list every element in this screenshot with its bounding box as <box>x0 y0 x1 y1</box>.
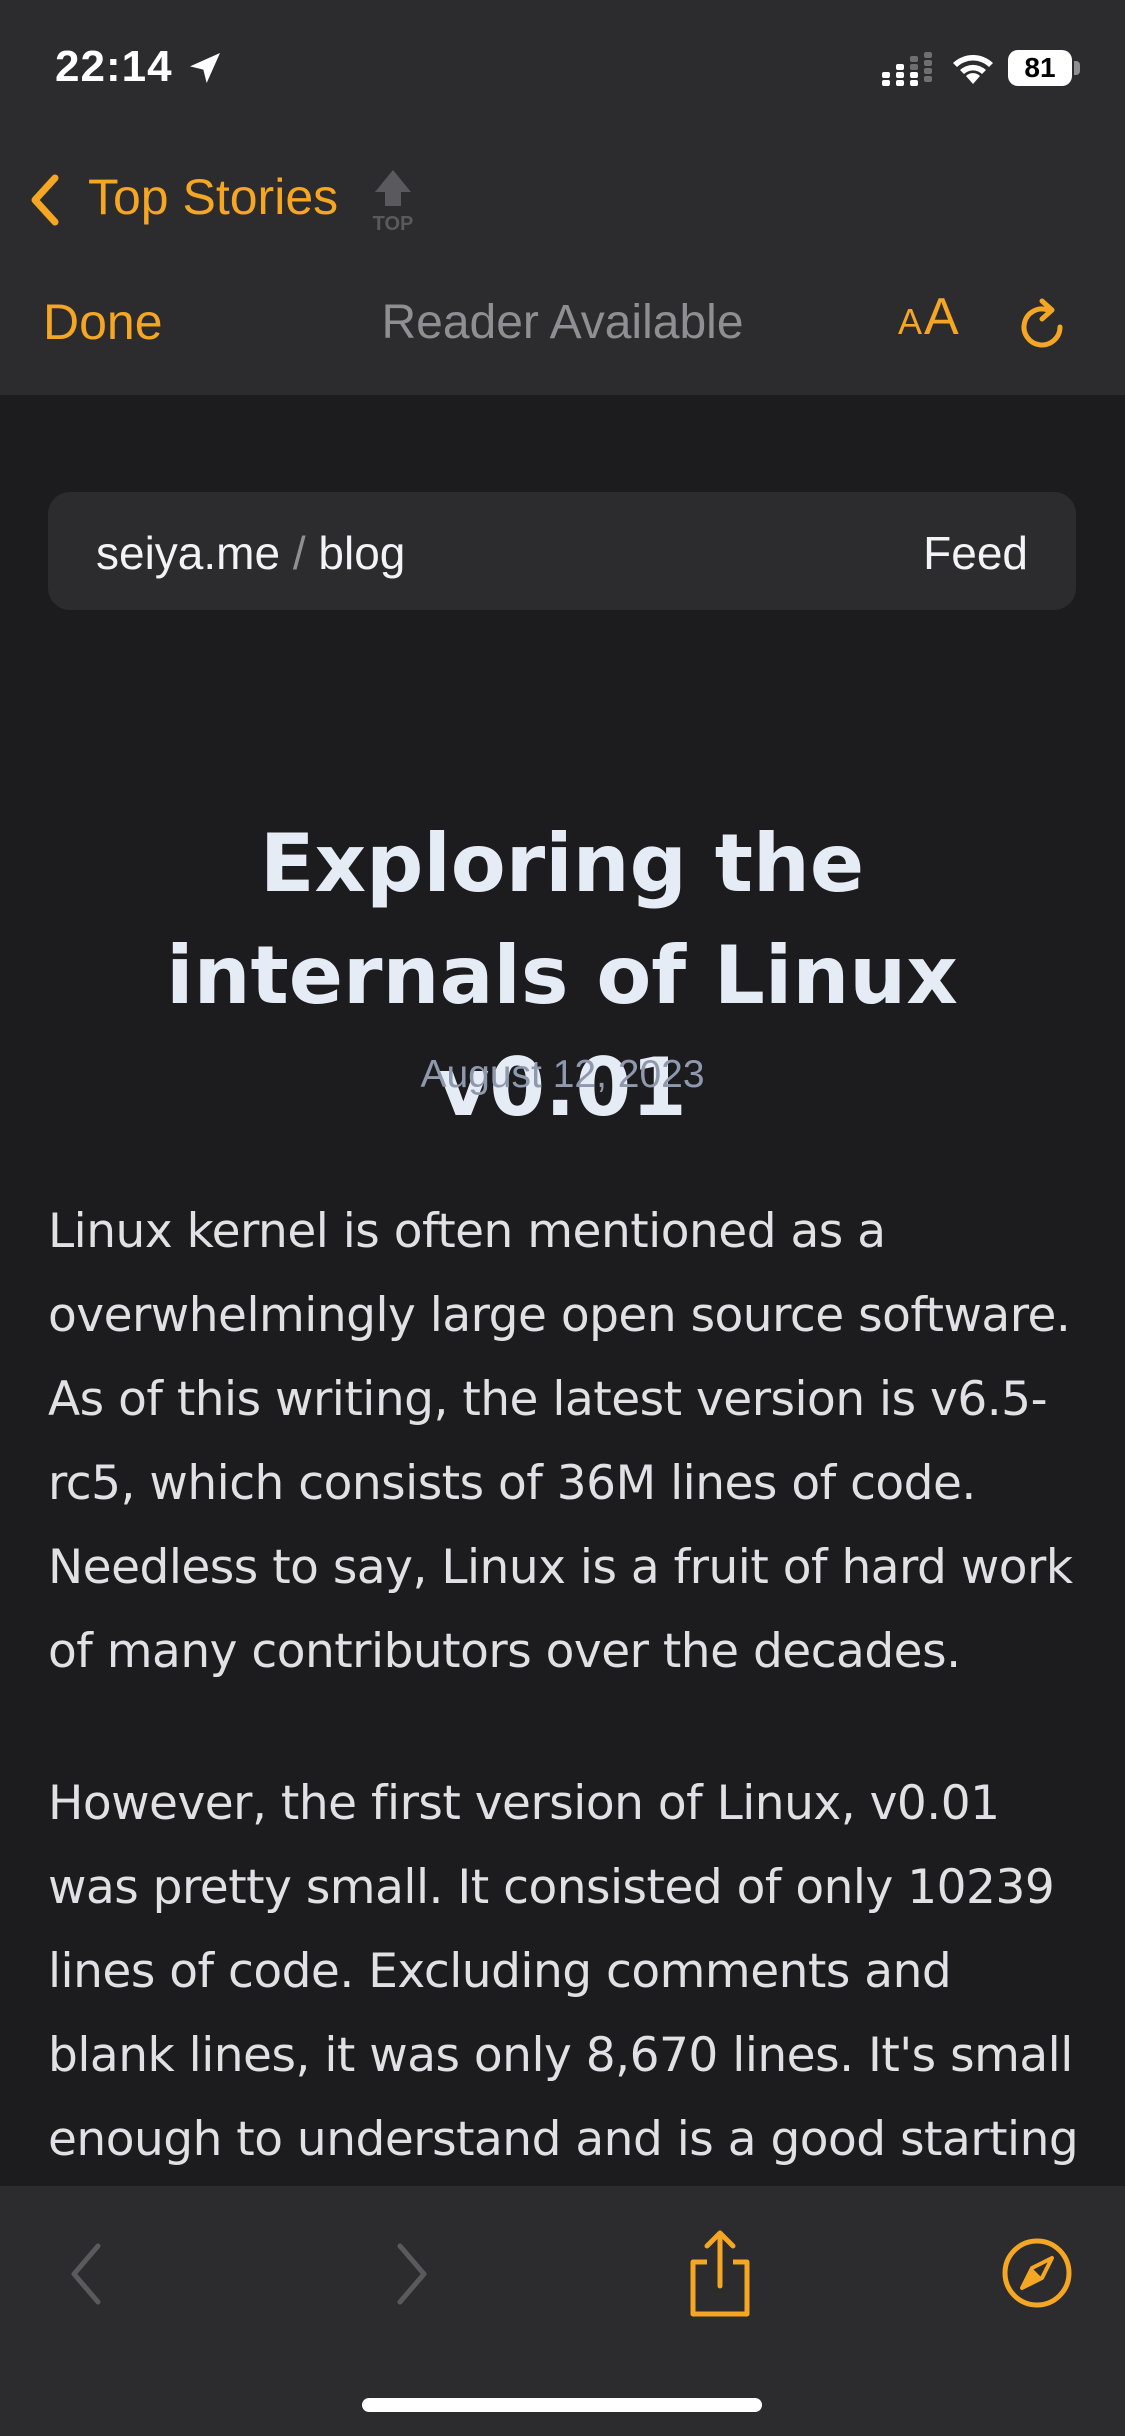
chevron-left-icon[interactable] <box>25 170 65 230</box>
top-label: TOP <box>373 213 414 235</box>
text-size-small-glyph: A <box>898 301 923 342</box>
location-arrow-icon <box>190 53 220 83</box>
article-date: August 12, 2023 <box>420 1053 705 1096</box>
feed-link[interactable]: Feed <box>923 526 1028 580</box>
text-size-button[interactable]: A A <box>898 288 960 351</box>
reader-toolbar: Done Reader Available A A <box>0 285 1125 365</box>
compass-icon[interactable] <box>1000 2236 1074 2310</box>
browser-header: 22:14 81 Top Stories TOP Done Reader Ava… <box>0 0 1125 395</box>
battery-icon: 81 <box>1008 50 1080 86</box>
forward-arrow-icon[interactable] <box>386 2234 436 2314</box>
article-body: Linux kernel is often mentioned as a ove… <box>48 1190 1088 2334</box>
back-navigation[interactable]: Top Stories TOP <box>0 160 1125 240</box>
text-size-large-glyph: A <box>924 288 959 346</box>
breadcrumb-separator: / <box>292 527 306 579</box>
back-arrow-icon[interactable] <box>62 2234 112 2314</box>
site-header-card: seiya.me / blog Feed <box>48 492 1076 610</box>
share-icon[interactable] <box>685 2228 755 2320</box>
site-breadcrumb: seiya.me / blog <box>96 526 405 580</box>
signal-icon <box>882 52 932 86</box>
home-indicator[interactable] <box>362 2398 762 2412</box>
article-paragraph: Linux kernel is often mentioned as a ove… <box>48 1204 1073 1679</box>
back-to-top-stories-link[interactable]: Top Stories <box>88 168 338 226</box>
reload-icon[interactable] <box>1016 297 1072 355</box>
battery-nub <box>1074 61 1080 75</box>
site-domain-link[interactable]: seiya.me <box>96 527 280 579</box>
battery-level: 81 <box>1008 50 1072 86</box>
status-time: 22:14 <box>55 42 173 91</box>
wifi-icon <box>953 55 993 84</box>
scroll-to-top-icon[interactable]: TOP <box>365 166 421 236</box>
site-section-link[interactable]: blog <box>318 527 405 579</box>
status-bar: 22:14 81 <box>0 0 1125 140</box>
